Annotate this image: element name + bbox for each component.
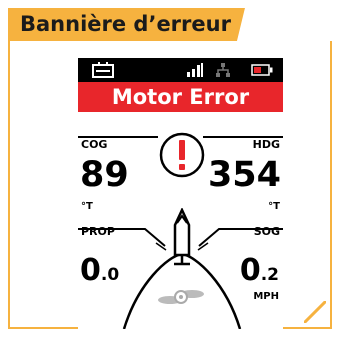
alert-icon bbox=[159, 132, 205, 178]
sog-value: 0.2 bbox=[240, 256, 279, 290]
prop-label: PROP bbox=[81, 225, 115, 238]
prop-value-int: 0 bbox=[80, 253, 101, 288]
hdg-unit: °T bbox=[268, 201, 280, 212]
cog-value: 89 bbox=[80, 155, 129, 195]
motor-icon bbox=[173, 208, 191, 266]
hdg-value: 354 bbox=[207, 155, 281, 195]
banner-label: Bannière d’erreur bbox=[8, 8, 245, 41]
device-screen: Motor Error COG 89 °T HDG 354 °T PROP 0.… bbox=[78, 58, 283, 329]
prop-value-dec: .0 bbox=[100, 265, 120, 285]
sog-label: SOG bbox=[253, 225, 280, 238]
sog-value-dec: .2 bbox=[260, 265, 279, 285]
prop-value: 0.0 bbox=[80, 256, 119, 290]
propeller-icon bbox=[158, 290, 204, 304]
cog-unit: °T bbox=[81, 201, 93, 212]
frame-corner-decoration bbox=[304, 301, 326, 323]
sog-value-int: 0 bbox=[239, 253, 261, 288]
hdg-label: HDG bbox=[252, 138, 280, 151]
sog-unit: MPH bbox=[253, 291, 279, 302]
cog-label: COG bbox=[81, 138, 108, 151]
